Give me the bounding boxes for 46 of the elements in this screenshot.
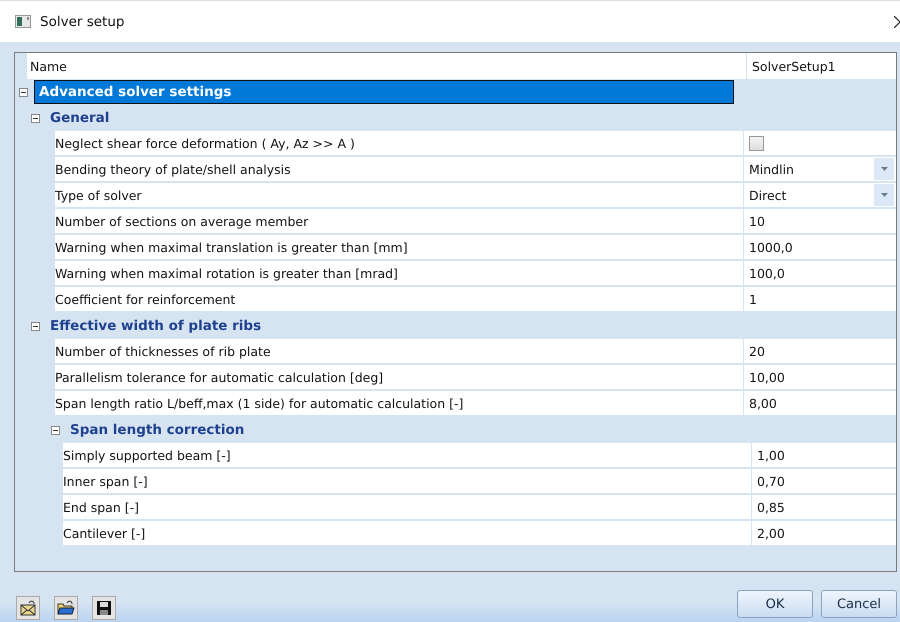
group-label[interactable]: Effective width of plate ribs — [46, 316, 266, 336]
open-folder-icon[interactable] — [54, 596, 78, 620]
collapse-toggle[interactable] — [19, 88, 28, 96]
property-value[interactable]: Mindlin — [749, 162, 794, 176]
property-value[interactable]: 0,85 — [757, 500, 785, 514]
property-label: Cantilever [-] — [63, 526, 146, 540]
property-value[interactable]: 10 — [749, 214, 765, 228]
group-label[interactable]: General — [46, 108, 114, 128]
property-value[interactable]: 10,00 — [749, 370, 785, 384]
window-title: Solver setup — [40, 14, 124, 30]
property-label: Bending theory of plate/shell analysis — [55, 162, 291, 176]
property-label: Inner span [-] — [63, 474, 148, 488]
property-label: Neglect shear force deformation ( Ay, Az >> A ) — [55, 136, 355, 150]
checkbox[interactable] — [749, 136, 764, 150]
property-value[interactable]: 20 — [749, 344, 765, 358]
property-value[interactable]: 1000,0 — [749, 240, 793, 254]
app-icon — [15, 15, 31, 28]
property-label: End span [-] — [63, 500, 139, 514]
property-label: Simply supported beam [-] — [63, 448, 231, 462]
property-value[interactable]: 1,00 — [757, 448, 785, 462]
column-header: SolverSetup1 — [752, 58, 836, 74]
envelope-icon[interactable] — [16, 596, 40, 620]
property-value[interactable]: 8,00 — [749, 396, 777, 410]
collapse-toggle[interactable] — [31, 322, 40, 330]
collapse-toggle[interactable] — [51, 426, 60, 434]
property-label: Warning when maximal rotation is greater than [mrad] — [55, 266, 398, 280]
ok-button[interactable]: OK — [737, 590, 813, 618]
property-value[interactable]: 0,70 — [757, 474, 785, 488]
property-value[interactable]: 1 — [749, 292, 757, 306]
property-label: Number of thicknesses of rib plate — [55, 344, 271, 358]
cancel-button[interactable]: Cancel — [821, 590, 897, 618]
group-label[interactable]: Span length correction — [66, 420, 248, 440]
close-icon[interactable] — [894, 16, 900, 28]
property-label: Number of sections on average member — [55, 214, 308, 228]
property-label: Coefficient for reinforcement — [55, 292, 236, 306]
property-value[interactable]: Direct — [749, 188, 786, 202]
save-icon[interactable] — [92, 596, 116, 620]
group-label[interactable]: Advanced solver settings — [34, 80, 734, 104]
property-label: Span length ratio L/beff,max (1 side) for automatic calculation [-] — [55, 396, 464, 410]
property-label: Warning when maximal translation is greater than [mm] — [55, 240, 408, 254]
property-label: Parallelism tolerance for automatic calculation [deg] — [55, 370, 384, 384]
property-label: Type of solver — [55, 188, 142, 202]
property-value[interactable]: 100,0 — [749, 266, 785, 280]
property-value[interactable]: 2,00 — [757, 526, 785, 540]
collapse-toggle[interactable] — [31, 114, 40, 122]
column-header: Name — [30, 58, 67, 74]
